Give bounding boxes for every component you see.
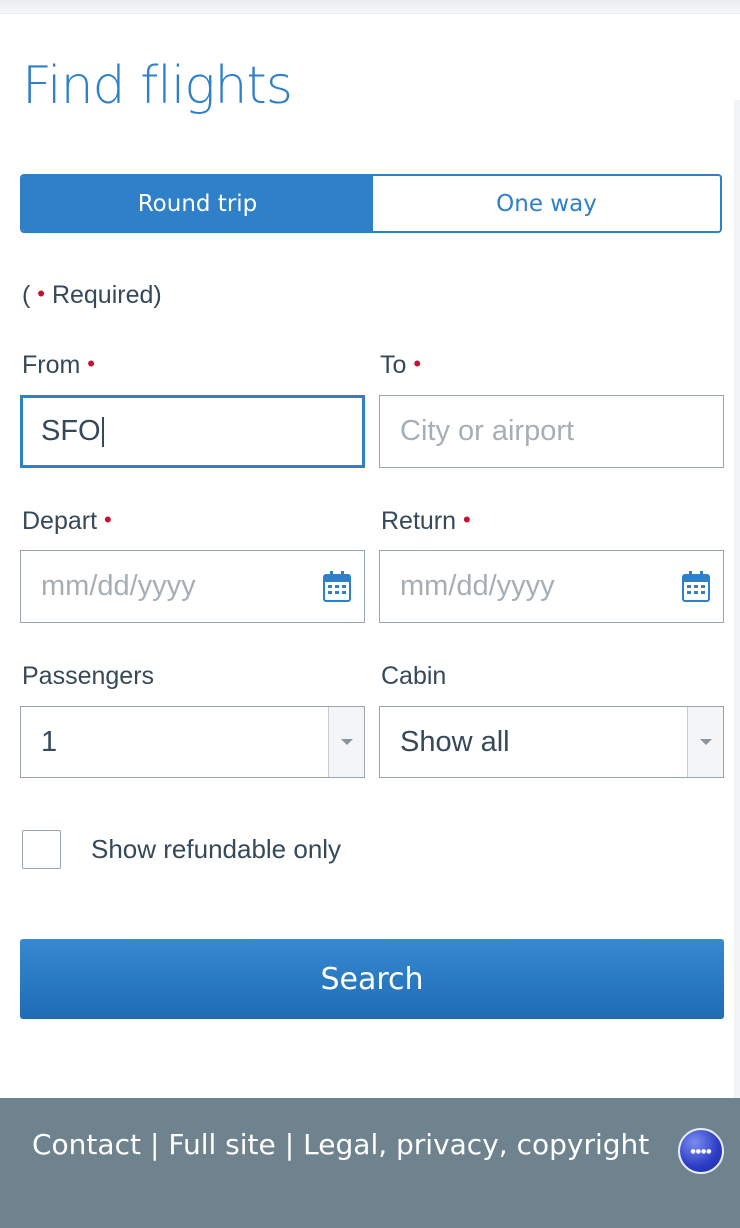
return-label: Return • [381, 507, 471, 535]
cabin-select[interactable]: Show all [379, 706, 724, 778]
required-dot: • [463, 507, 471, 532]
footer [0, 1098, 740, 1228]
round-trip-tab[interactable]: Round trip [22, 176, 373, 231]
required-note: ( • Required) [22, 281, 162, 309]
depart-label: Depart • [22, 507, 112, 535]
required-dot: • [104, 507, 112, 532]
from-input[interactable]: SFO [20, 395, 365, 468]
top-bar [0, 0, 740, 14]
calendar-icon[interactable] [681, 569, 711, 603]
refundable-label[interactable]: Show refundable only [91, 834, 341, 865]
page-title: Find flights [22, 56, 293, 116]
dropdown-button[interactable] [328, 707, 364, 777]
chevron-down-icon [699, 739, 712, 745]
return-date-input[interactable]: mm/dd/yyyy [379, 550, 724, 623]
footer-links: Contact | Full site | Legal, privacy, copyri… [32, 1128, 650, 1161]
required-dot: • [37, 281, 45, 306]
required-dot: • [87, 351, 95, 376]
text-caret [101, 416, 104, 447]
trip-type-toggle: Round trip One way [20, 174, 722, 233]
site-badge-icon[interactable]: ●●●● [678, 1128, 724, 1174]
full-site-link[interactable]: Full site [168, 1128, 275, 1161]
to-label: To • [380, 351, 422, 379]
contact-link[interactable]: Contact [32, 1128, 141, 1161]
passengers-label: Passengers [22, 662, 155, 690]
search-button[interactable]: Search [20, 939, 724, 1019]
chevron-down-icon [340, 739, 353, 745]
passengers-select[interactable]: 1 [20, 706, 365, 778]
refundable-checkbox[interactable] [22, 830, 61, 869]
to-input[interactable]: City or airport [379, 395, 724, 468]
right-edge [734, 100, 740, 1100]
calendar-icon[interactable] [322, 569, 352, 603]
depart-date-input[interactable]: mm/dd/yyyy [20, 550, 365, 623]
cabin-label: Cabin [381, 662, 447, 690]
one-way-tab[interactable]: One way [373, 176, 720, 231]
dropdown-button[interactable] [687, 707, 723, 777]
from-label: From • [22, 351, 95, 379]
legal-link[interactable]: Legal, privacy, copyright [303, 1128, 649, 1161]
required-dot: • [413, 351, 422, 376]
